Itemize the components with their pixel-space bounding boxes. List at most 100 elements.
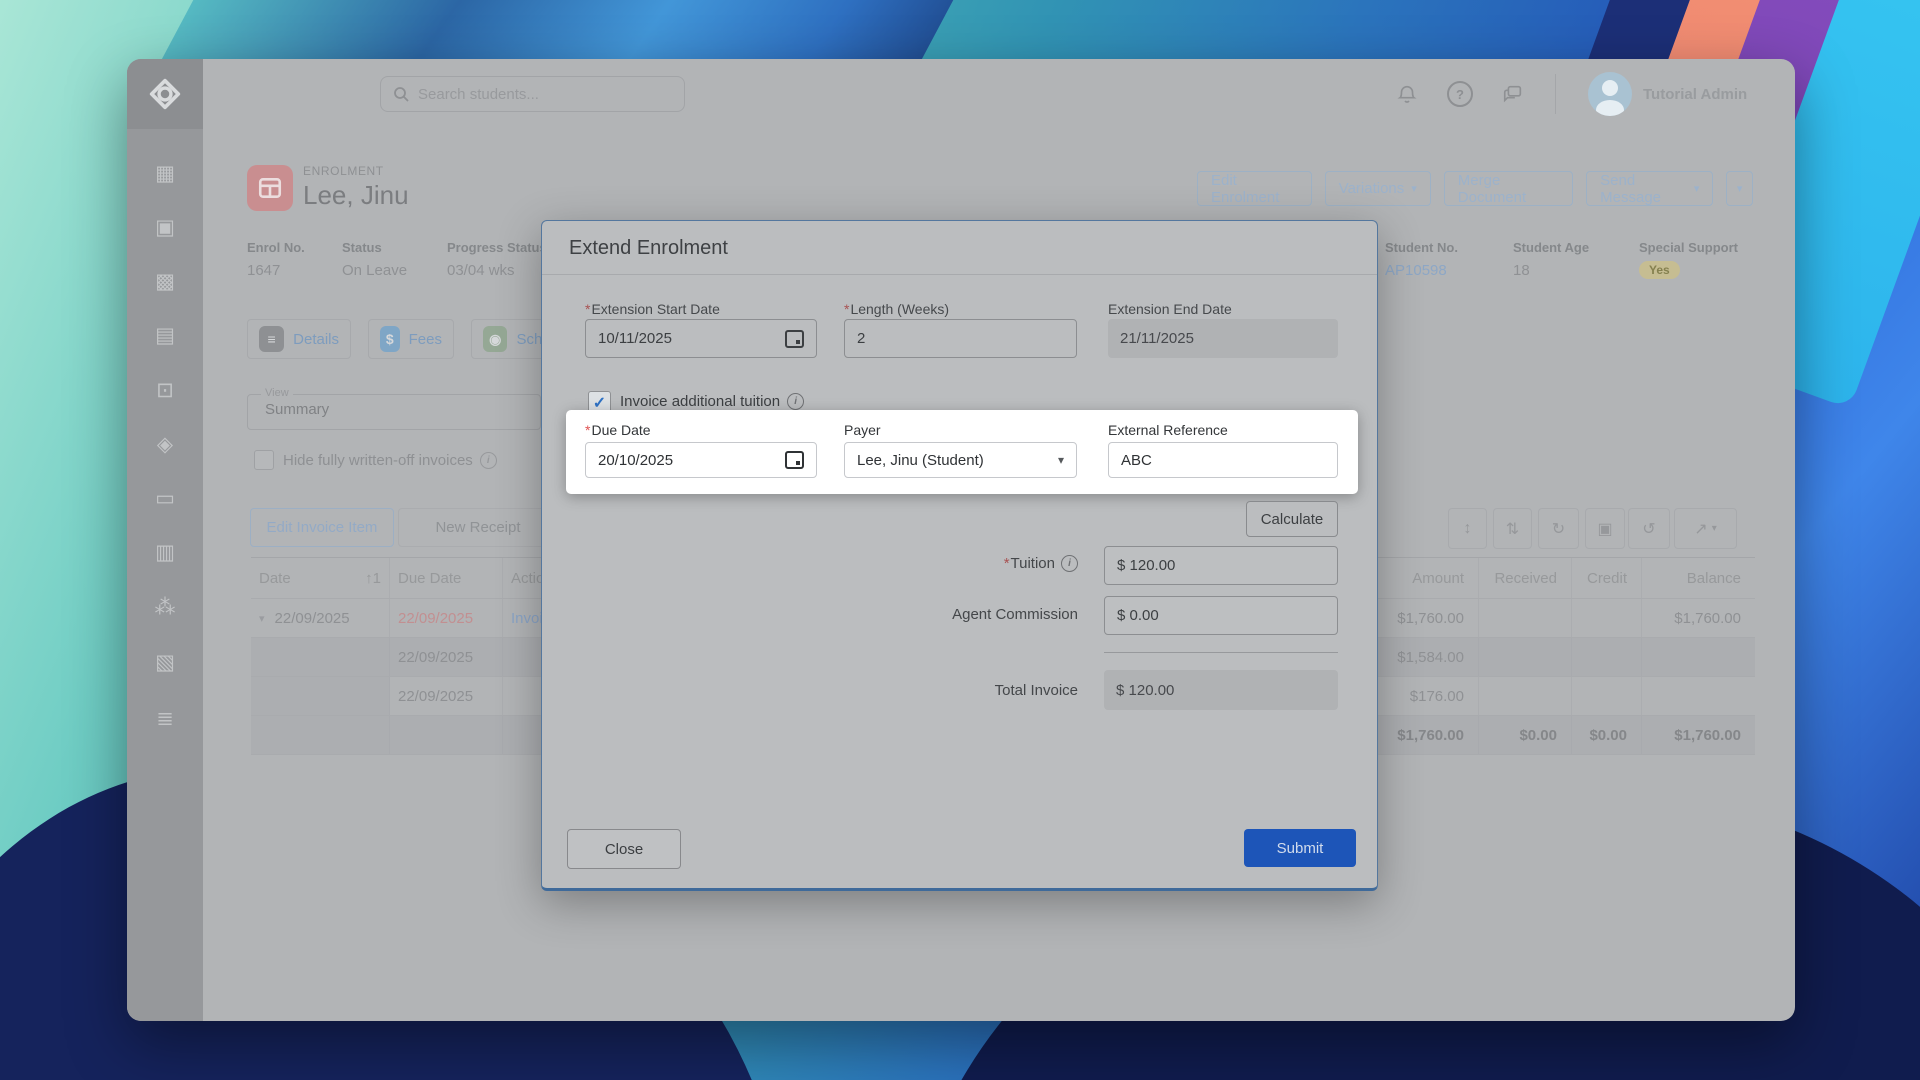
info-student-no: Student No. AP10598: [1385, 240, 1458, 279]
send-message-button[interactable]: Send Message ▾: [1586, 171, 1713, 206]
cell-credit: [1572, 677, 1642, 715]
highlighted-invoice-fields: *Due Date 20/10/2025 Payer Lee, Jinu (St…: [566, 410, 1358, 494]
row-expander-icon[interactable]: ▾: [259, 612, 265, 625]
external-reference-label: External Reference: [1108, 422, 1228, 438]
tab-details[interactable]: ≡ Details: [247, 319, 351, 359]
export-icon[interactable]: ↗▾: [1674, 508, 1737, 549]
cell-received: [1479, 599, 1572, 637]
total-balance: $1,760.00: [1642, 716, 1755, 754]
copy-icon[interactable]: ▣: [1585, 508, 1625, 549]
column-header-balance[interactable]: Balance: [1642, 558, 1755, 598]
sort-ascending-icon[interactable]: ↑1: [365, 570, 381, 587]
column-header-due-date[interactable]: Due Date: [390, 558, 503, 598]
external-reference-input[interactable]: ABC: [1108, 442, 1338, 478]
total-credit: $0.00: [1572, 716, 1642, 754]
cell-received: [1479, 677, 1572, 715]
sidebar-item-courses-icon[interactable]: ◈: [127, 431, 203, 459]
info-special-support: Special Support Yes: [1639, 240, 1738, 279]
chevron-down-icon: ▾: [1694, 182, 1700, 195]
search-placeholder: Search students...: [418, 86, 539, 103]
tab-fees[interactable]: $ Fees: [368, 319, 454, 359]
expand-all-icon[interactable]: ↕: [1448, 508, 1487, 549]
history-icon[interactable]: ↺: [1628, 508, 1670, 549]
column-header-received[interactable]: Received: [1479, 558, 1572, 598]
chat-icon[interactable]: [1499, 80, 1527, 108]
due-date-input[interactable]: 20/10/2025: [585, 442, 817, 478]
calendar-icon[interactable]: [785, 330, 804, 348]
cell-balance: $1,760.00: [1642, 599, 1755, 637]
button-label: Edit Invoice Item: [267, 519, 378, 536]
app-logo[interactable]: [127, 59, 203, 129]
sidebar-item-dashboard-icon[interactable]: ▦: [127, 160, 203, 188]
tuition-label: *Tuition i: [542, 555, 1078, 572]
button-label: Send Message: [1600, 172, 1687, 206]
info-label: Student Age: [1513, 240, 1589, 255]
sidebar-item-classes-icon[interactable]: ▤: [127, 322, 203, 350]
info-icon: i: [787, 393, 804, 410]
cell-due-date: 22/09/2025: [390, 599, 503, 637]
checkbox-label: Hide fully written-off invoices: [283, 452, 473, 469]
info-enrol-no: Enrol No. 1647: [247, 240, 305, 279]
extension-start-date-input[interactable]: 10/11/2025: [585, 319, 817, 358]
info-status: Status On Leave: [342, 240, 407, 279]
submit-button[interactable]: Submit: [1244, 829, 1356, 867]
column-header-credit[interactable]: Credit: [1572, 558, 1642, 598]
extension-end-date-input: 21/11/2025: [1108, 319, 1338, 358]
agent-commission-input[interactable]: $ 0.00: [1104, 596, 1338, 635]
status-badge: Yes: [1639, 261, 1680, 279]
chevron-down-icon: ▾: [1411, 182, 1417, 195]
sidebar-item-books-icon[interactable]: ▭: [127, 485, 203, 513]
notifications-bell-icon[interactable]: [1393, 80, 1421, 108]
sidebar-item-settings-icon[interactable]: ≣: [127, 705, 203, 733]
edit-invoice-item-button[interactable]: Edit Invoice Item: [250, 508, 394, 547]
column-header-date[interactable]: Date↑1: [251, 558, 390, 598]
user-name[interactable]: Tutorial Admin: [1643, 86, 1747, 103]
new-receipt-button[interactable]: New Receipt: [398, 508, 558, 547]
refresh-icon[interactable]: ↻: [1538, 508, 1579, 549]
length-weeks-input[interactable]: 2: [844, 319, 1077, 358]
sidebar-item-documents-icon[interactable]: ▩: [127, 268, 203, 296]
avatar[interactable]: [1588, 72, 1632, 116]
total-invoice-value: $ 120.00: [1104, 670, 1338, 710]
student-no-link[interactable]: AP10598: [1385, 262, 1458, 279]
modal-divider: [542, 274, 1377, 275]
collapse-all-icon[interactable]: ⇅: [1493, 508, 1532, 549]
agent-commission-label: Agent Commission: [542, 606, 1078, 623]
extension-start-date-label: *Extension Start Date: [585, 301, 720, 317]
button-label: Edit Enrolment: [1211, 172, 1298, 206]
required-mark: *: [585, 422, 590, 438]
variations-button[interactable]: Variations▾: [1325, 171, 1431, 206]
fees-tab-icon: $: [380, 326, 400, 352]
topbar-divider: [1555, 74, 1556, 114]
button-label: Merge Document: [1458, 172, 1559, 206]
icon-glyph: ↗: [1694, 519, 1707, 539]
tab-label: Details: [293, 331, 339, 348]
desktop-wallpaper: ▦ ▣ ▩ ▤ ⊡ ◈ ▭ ▥ ⁂ ▧ ≣ Search students...: [0, 0, 1920, 1080]
view-select-value: Summary: [265, 401, 329, 418]
search-input[interactable]: Search students...: [380, 76, 685, 112]
merge-document-button[interactable]: Merge Document: [1444, 171, 1573, 206]
sidebar-item-students-icon[interactable]: ▣: [127, 214, 203, 242]
help-icon[interactable]: ?: [1446, 80, 1474, 108]
sidebar-item-services-icon[interactable]: ▥: [127, 539, 203, 567]
more-actions-button[interactable]: ▾: [1726, 171, 1753, 206]
cell-credit: [1572, 638, 1642, 676]
hide-written-off-checkbox[interactable]: [254, 450, 274, 470]
total-invoice-label: Total Invoice: [542, 682, 1078, 699]
sidebar-item-invoices-icon[interactable]: ⊡: [127, 377, 203, 405]
info-label: Enrol No.: [247, 240, 305, 255]
info-value: On Leave: [342, 262, 407, 279]
calendar-icon[interactable]: [785, 451, 804, 469]
close-button[interactable]: Close: [567, 829, 681, 869]
chevron-down-icon: ▾: [1712, 523, 1717, 534]
icon-glyph: ⇅: [1506, 519, 1519, 539]
help-glyph: ?: [1447, 81, 1473, 107]
tuition-input[interactable]: $ 120.00: [1104, 546, 1338, 585]
sidebar-item-organisation-icon[interactable]: ▧: [127, 649, 203, 677]
edit-enrolment-button[interactable]: Edit Enrolment: [1197, 171, 1312, 206]
sidebar-item-network-icon[interactable]: ⁂: [127, 594, 203, 622]
cell-credit: [1572, 599, 1642, 637]
required-mark: *: [585, 301, 590, 317]
calculate-button[interactable]: Calculate: [1246, 501, 1338, 537]
payer-select[interactable]: Lee, Jinu (Student)▾: [844, 442, 1077, 478]
